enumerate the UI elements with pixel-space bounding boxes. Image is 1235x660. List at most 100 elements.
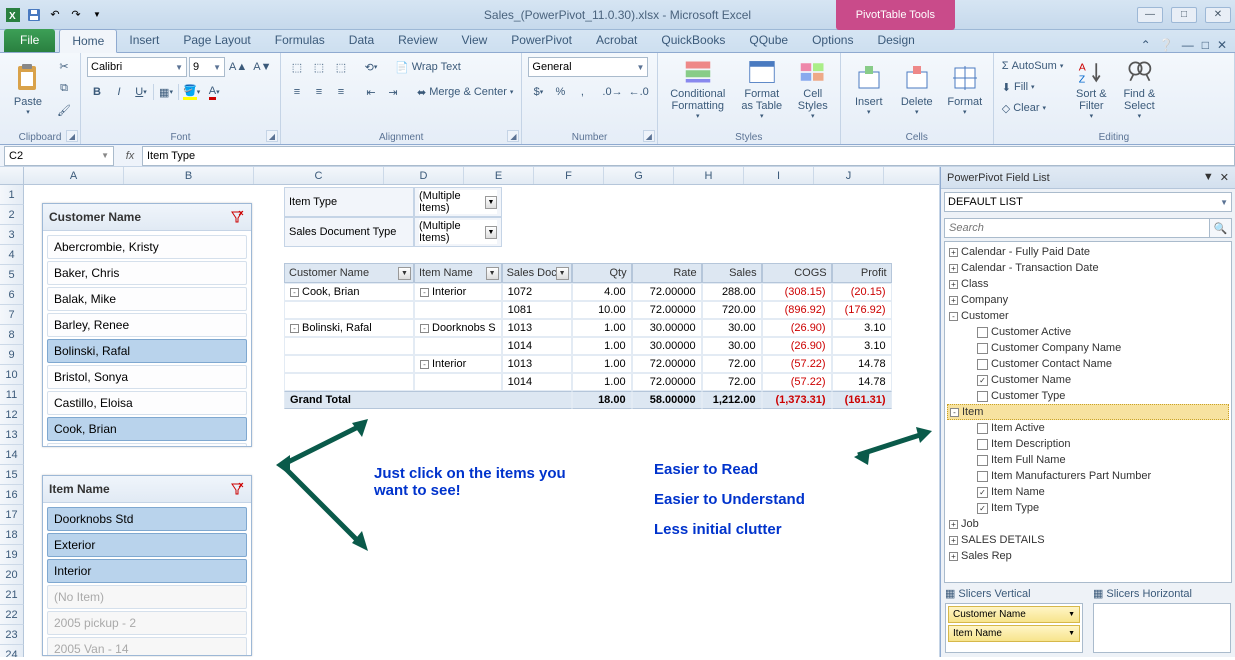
italic-button[interactable]: I <box>109 82 129 102</box>
format-painter-icon[interactable]: 🖌 <box>54 100 74 120</box>
slicer-item[interactable]: 2005 Van - 14 <box>47 637 247 655</box>
cut-icon[interactable]: ✂ <box>54 56 74 76</box>
collapse-icon[interactable]: - <box>290 324 299 333</box>
field-tree-item[interactable]: Item Full Name <box>947 452 1229 468</box>
row-header[interactable]: 12 <box>0 405 24 425</box>
pivot-header[interactable]: COGS <box>762 263 832 283</box>
field-tree-item[interactable]: Item Active <box>947 420 1229 436</box>
paste-button[interactable]: Paste▾ <box>6 56 50 122</box>
tree-expand-icon[interactable]: + <box>949 264 958 273</box>
row-header[interactable]: 20 <box>0 565 24 585</box>
pivot-header[interactable]: Rate <box>632 263 702 283</box>
column-header[interactable]: A <box>24 167 124 184</box>
fieldlist-options-icon[interactable]: ▼ <box>1203 171 1214 184</box>
border-button[interactable]: ▦▾ <box>156 82 176 102</box>
row-header[interactable]: 17 <box>0 505 24 525</box>
tab-data[interactable]: Data <box>337 29 386 52</box>
close-button[interactable]: ✕ <box>1205 7 1231 23</box>
slicer-item[interactable]: Balak, Mike <box>47 287 247 311</box>
pivot-row[interactable]: -Bolinski, Rafal-Doorknobs S10131.0030.0… <box>284 319 892 337</box>
font-size-combo[interactable]: 9▼ <box>189 57 225 77</box>
doc-close-icon[interactable]: ✕ <box>1217 38 1227 52</box>
slicer-chip[interactable]: Item Name▼ <box>948 625 1080 642</box>
collapse-icon[interactable]: - <box>420 288 429 297</box>
field-tree-item[interactable]: +Company <box>947 292 1229 308</box>
font-name-combo[interactable]: Calibri▼ <box>87 57 187 77</box>
pivot-row[interactable]: -Cook, Brian-Interior10724.0072.00000288… <box>284 283 892 301</box>
row-header[interactable]: 10 <box>0 365 24 385</box>
slicer-item[interactable]: Cook, Brian <box>47 417 247 441</box>
align-bottom-icon[interactable]: ⬚ <box>331 57 351 77</box>
grid[interactable]: Customer Name Abercrombie, KristyBaker, … <box>24 185 939 657</box>
row-header[interactable]: 14 <box>0 445 24 465</box>
slicer-item[interactable]: (No Item) <box>47 585 247 609</box>
checkbox[interactable] <box>977 423 988 434</box>
bold-button[interactable]: B <box>87 82 107 102</box>
checkbox[interactable] <box>977 359 988 370</box>
fill-color-button[interactable]: 🪣▾ <box>181 82 202 102</box>
row-header[interactable]: 7 <box>0 305 24 325</box>
field-tree-item[interactable]: +Calendar - Transaction Date <box>947 260 1229 276</box>
field-tree-item[interactable]: Customer Company Name <box>947 340 1229 356</box>
slicer-item[interactable]: Doorknobs Std <box>47 507 247 531</box>
column-header[interactable]: J <box>814 167 884 184</box>
tab-insert[interactable]: Insert <box>117 29 171 52</box>
font-launcher[interactable]: ◢ <box>266 130 278 142</box>
checkbox[interactable]: ✓ <box>977 503 988 514</box>
save-icon[interactable] <box>25 6 43 24</box>
pivot-row[interactable]: 10141.0072.0000072.00(57.22)14.78 <box>284 373 892 391</box>
merge-center-button[interactable]: ⬌Merge & Center▾ <box>415 82 515 102</box>
fill-button[interactable]: ⬇ Fill▾ <box>1000 77 1066 97</box>
increase-indent-icon[interactable]: ⇥ <box>383 82 403 102</box>
row-header[interactable]: 4 <box>0 245 24 265</box>
pivot-header[interactable]: Sales Docu▼ <box>502 263 572 283</box>
checkbox[interactable] <box>977 471 988 482</box>
insert-cells-button[interactable]: Insert▾ <box>847 56 891 122</box>
pivot-filter-value[interactable]: (Multiple Items)▼ <box>419 190 497 214</box>
slicer-item[interactable]: Barley, Renee <box>47 313 247 337</box>
slicer-item[interactable]: Bolinski, Rafal <box>47 339 247 363</box>
tree-expand-icon[interactable]: - <box>950 408 959 417</box>
slicer-chip[interactable]: Customer Name▼ <box>948 606 1080 623</box>
row-header[interactable]: 5 <box>0 265 24 285</box>
field-tree-item[interactable]: Customer Type <box>947 388 1229 404</box>
pivot-header[interactable]: Profit <box>832 263 892 283</box>
row-header[interactable]: 21 <box>0 585 24 605</box>
fieldlist-close-icon[interactable]: ✕ <box>1220 171 1229 184</box>
tab-formulas[interactable]: Formulas <box>263 29 337 52</box>
field-tree-item[interactable]: -Customer <box>947 308 1229 324</box>
cell-styles-button[interactable]: Cell Styles▾ <box>792 56 834 122</box>
worksheet[interactable]: ABCDEFGHIJ 12345678910111213141516171819… <box>0 167 940 657</box>
column-header[interactable]: G <box>604 167 674 184</box>
format-as-table-button[interactable]: Format as Table▾ <box>736 56 788 122</box>
tab-review[interactable]: Review <box>386 29 449 52</box>
field-tree-item[interactable]: -Item <box>947 404 1229 420</box>
row-header[interactable]: 13 <box>0 425 24 445</box>
fieldlist-tree[interactable]: +Calendar - Fully Paid Date+Calendar - T… <box>944 241 1232 583</box>
pivot-row[interactable]: -Interior10131.0072.0000072.00(57.22)14.… <box>284 355 892 373</box>
tree-expand-icon[interactable]: - <box>949 312 958 321</box>
slicer-item[interactable]: Exterior <box>47 533 247 557</box>
field-tree-item[interactable]: ✓Item Type <box>947 500 1229 516</box>
column-filter-icon[interactable]: ▼ <box>398 267 411 280</box>
row-header[interactable]: 1 <box>0 185 24 205</box>
font-color-button[interactable]: A▾ <box>204 82 224 102</box>
pivot-header[interactable]: Sales <box>702 263 762 283</box>
checkbox[interactable] <box>977 327 988 338</box>
tab-quickbooks[interactable]: QuickBooks <box>649 29 737 52</box>
tab-file[interactable]: File <box>4 29 55 52</box>
tab-view[interactable]: View <box>450 29 500 52</box>
field-tree-item[interactable]: +Class <box>947 276 1229 292</box>
checkbox[interactable] <box>977 455 988 466</box>
slicer-item[interactable]: Interior <box>47 559 247 583</box>
decrease-indent-icon[interactable]: ⇤ <box>361 82 381 102</box>
column-header[interactable]: D <box>384 167 464 184</box>
tab-qqube[interactable]: QQube <box>737 29 800 52</box>
tab-page-layout[interactable]: Page Layout <box>171 29 262 52</box>
checkbox[interactable]: ✓ <box>977 487 988 498</box>
slicer-item-name[interactable]: Item Name Doorknobs StdExteriorInterior(… <box>42 475 252 656</box>
align-center-icon[interactable]: ≡ <box>309 82 329 102</box>
field-tree-item[interactable]: +Calendar - Fully Paid Date <box>947 244 1229 260</box>
row-header[interactable]: 9 <box>0 345 24 365</box>
percent-button[interactable]: % <box>550 82 570 102</box>
